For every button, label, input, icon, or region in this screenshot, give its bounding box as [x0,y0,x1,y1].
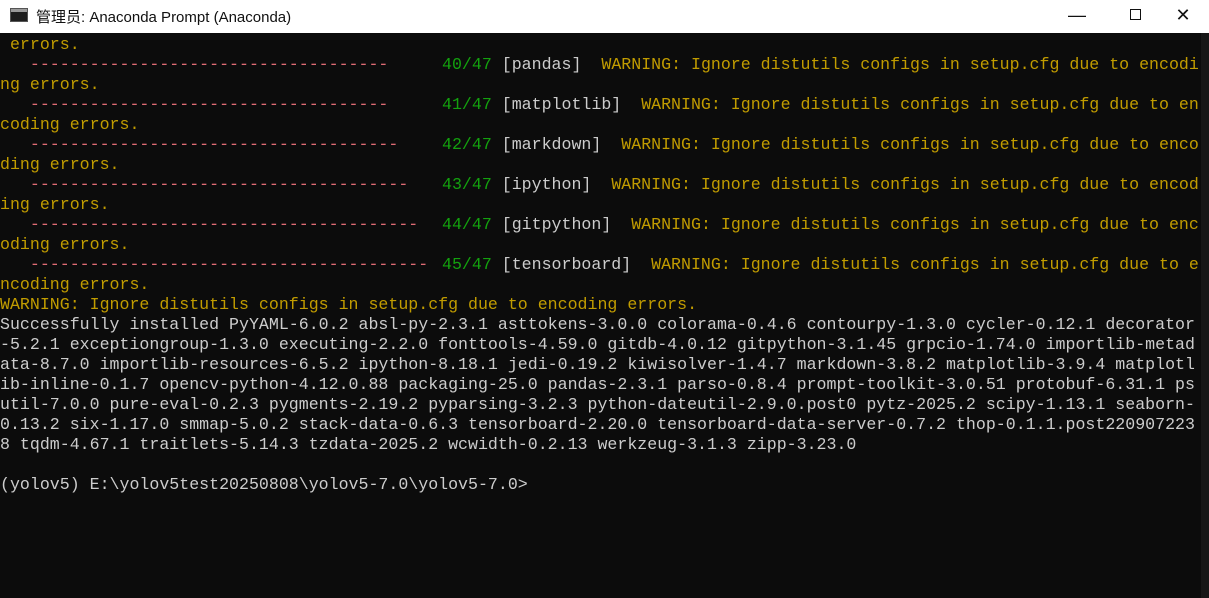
progress-row: 41/47 [matplotlib] WARNING: Ignore distu… [442,95,1199,115]
progress-count: 43/47 [442,175,492,194]
warning-text: WARNING: Ignore distutils configs in set… [621,135,1199,154]
window-title: 管理员: Anaconda Prompt (Anaconda) [36,9,292,26]
success-line: -5.2.1 exceptiongroup-1.3.0 executing-2.… [0,335,1195,354]
success-line: util-7.0.0 pure-eval-0.2.3 pygments-2.19… [0,395,1195,414]
progress-row: 45/47 [tensorboard] WARNING: Ignore dist… [442,255,1199,275]
console-line: ding errors. [0,155,120,174]
title-bar: 管理员: Anaconda Prompt (Anaconda) — ✕ [0,0,1209,33]
vertical-scrollbar[interactable] [1201,33,1209,598]
success-line: 8 tqdm-4.67.1 traitlets-5.14.3 tzdata-20… [0,435,857,454]
console-line: ncoding errors. [0,275,150,294]
warning-text: WARNING: Ignore distutils configs in set… [601,55,1199,74]
console-line: --------------------------------------- [0,215,419,234]
console-output[interactable]: errors. --------------------------------… [0,33,1201,598]
console-line: ---------------------------------------- [0,255,429,274]
progress-count: 42/47 [442,135,492,154]
package-name: [tensorboard] [501,255,632,274]
console-line: ing errors. [0,195,110,214]
warning-text: WARNING: Ignore distutils configs in set… [611,175,1199,194]
progress-count: 45/47 [442,255,492,274]
success-line: 0.13.2 six-1.17.0 smmap-5.0.2 stack-data… [0,415,1195,434]
warning-text: WARNING: Ignore distutils configs in set… [631,215,1199,234]
console-line: coding errors. [0,115,140,134]
success-line: ib-inline-0.1.7 opencv-python-4.12.0.88 … [0,375,1195,394]
console-line: -------------------------------------- [0,175,409,194]
success-line: Successfully installed PyYAML-6.0.2 absl… [0,315,1195,334]
console-line: ------------------------------------ [0,55,389,74]
console-line: ng errors. [0,75,100,94]
progress-row: 42/47 [markdown] WARNING: Ignore distuti… [442,135,1199,155]
package-name: [markdown] [501,135,602,154]
maximize-icon [1129,9,1141,21]
package-name: [pandas] [501,55,582,74]
console-line: ------------------------------------- [0,135,399,154]
terminal-icon [10,8,28,22]
package-name: [ipython] [501,175,592,194]
minimize-button[interactable]: — [1048,0,1106,33]
package-name: [matplotlib] [501,95,622,114]
console-line: errors. [0,35,80,54]
progress-count: 41/47 [442,95,492,114]
console-line: ------------------------------------ [0,95,389,114]
warning-text: WARNING: Ignore distutils configs in set… [641,95,1199,114]
progress-row: 44/47 [gitpython] WARNING: Ignore distut… [442,215,1199,235]
progress-count: 40/47 [442,55,492,74]
package-name: [gitpython] [501,215,612,234]
warning-text: WARNING: Ignore distutils configs in set… [651,255,1199,274]
command-prompt[interactable]: (yolov5) E:\yolov5test20250808\yolov5-7.… [0,475,528,495]
success-line: ata-8.7.0 importlib-resources-6.5.2 ipyt… [0,355,1195,374]
warning-line: WARNING: Ignore distutils configs in set… [0,295,698,314]
console-line: oding errors. [0,235,130,254]
close-button[interactable]: ✕ [1154,0,1209,33]
progress-row: 43/47 [ipython] WARNING: Ignore distutil… [442,175,1199,195]
progress-row: 40/47 [pandas] WARNING: Ignore distutils… [442,55,1199,75]
progress-count: 44/47 [442,215,492,234]
